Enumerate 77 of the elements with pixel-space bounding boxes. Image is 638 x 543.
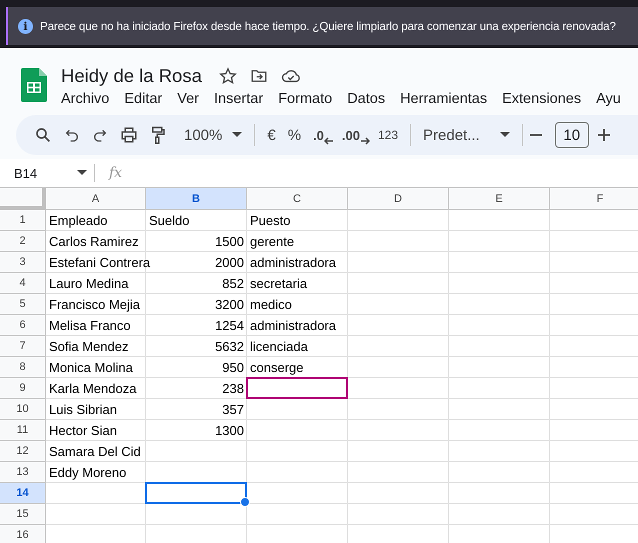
document-title[interactable]: Heidy de la Rosa: [61, 65, 202, 87]
table-cell-text: Monica Molina: [48, 360, 134, 375]
menu-item[interactable]: Herramientas: [400, 91, 488, 107]
row-header[interactable]: 16: [0, 525, 46, 543]
table-cell-text: Samara Del Cid: [48, 444, 142, 459]
table-cell-text: Eddy Moreno: [48, 465, 128, 480]
table-cell-text: Francisco Mejia: [48, 297, 142, 312]
table-cell-text: 3200: [214, 297, 245, 312]
table-cell-text: Puesto: [249, 213, 292, 228]
row-header[interactable]: 15: [0, 504, 46, 525]
table-cell-text: medico: [249, 297, 293, 312]
menu-item[interactable]: Datos: [347, 91, 386, 107]
table-cell-text: 950: [221, 360, 245, 375]
table-cell-text: Carlos Ramirez: [48, 234, 140, 249]
column-header[interactable]: C: [247, 188, 348, 210]
name-box[interactable]: B14: [0, 164, 95, 182]
row-header[interactable]: 1: [0, 210, 46, 231]
table-cell-text: 852: [221, 276, 245, 291]
table-cell-text: administradora: [249, 318, 337, 333]
table-cell-text: 2000: [214, 255, 245, 270]
row-header[interactable]: 5: [0, 294, 46, 315]
info-icon: i: [18, 18, 33, 34]
row-header[interactable]: 7: [0, 336, 46, 357]
table-cell-text: 1300: [214, 423, 245, 438]
row-header[interactable]: 8: [0, 357, 46, 378]
column-header[interactable]: D: [348, 188, 449, 210]
column-header[interactable]: A: [46, 188, 146, 210]
number-format-button[interactable]: 123: [372, 121, 404, 149]
table-cell-text: Melisa Franco: [48, 318, 132, 333]
table-cell-text: Sueldo: [148, 213, 190, 228]
table-cell-text: Hector Sian: [48, 423, 118, 438]
cell-reference: B14: [14, 166, 38, 180]
menu-item[interactable]: Extensiones: [502, 91, 582, 107]
menu-item[interactable]: Ayu: [596, 91, 621, 107]
column-header[interactable]: F: [550, 188, 638, 210]
notification-text: Parece que no ha iniciado Firefox desde hace tiempo. ¿Quiere limpiarlo para comenzar una experiencia renovada?: [40, 20, 616, 32]
table-cell-text: Luis Sibrian: [48, 402, 118, 417]
column-header[interactable]: E: [449, 188, 550, 210]
table-cell-text: conserge: [249, 360, 304, 375]
row-header[interactable]: 3: [0, 252, 46, 273]
table-cell-text: Karla Mendoza: [48, 381, 138, 396]
table-cell-text: 1254: [214, 318, 245, 333]
formula-icon: fx: [109, 165, 122, 181]
column-header[interactable]: B: [146, 188, 247, 210]
table-cell-text: Sofia Mendez: [48, 339, 130, 354]
row-header[interactable]: 4: [0, 273, 46, 294]
row-header[interactable]: 13: [0, 462, 46, 483]
table-cell-text: 1500: [214, 234, 245, 249]
row-header[interactable]: 12: [0, 441, 46, 462]
table-cell-text: 5632: [214, 339, 245, 354]
currency-button[interactable]: €: [261, 121, 282, 149]
row-header[interactable]: 6: [0, 315, 46, 336]
table-cell-text: Estefani Contrera: [48, 255, 152, 270]
table-cell-text: gerente: [249, 234, 296, 249]
row-header[interactable]: 9: [0, 378, 46, 399]
menu-item[interactable]: Ver: [177, 91, 200, 107]
row-header[interactable]: 11: [0, 420, 46, 441]
menu-item[interactable]: Formato: [278, 91, 332, 107]
table-cell-text: Lauro Medina: [48, 276, 130, 291]
table-cell-text: 357: [221, 402, 245, 417]
table-cell-text: licenciada: [249, 339, 309, 354]
font-size-field[interactable]: 10: [554, 122, 589, 148]
table-cell-text: secretaria: [249, 276, 308, 291]
decrease-decimals-button[interactable]: .0: [307, 121, 336, 149]
row-header[interactable]: 14: [0, 483, 46, 504]
menu-item[interactable]: Insertar: [214, 91, 264, 107]
font-dropdown[interactable]: Predet...: [417, 121, 516, 149]
table-cell-text: 238: [221, 381, 245, 396]
increase-decimals-button[interactable]: .00: [336, 121, 372, 149]
table-cell-text: administradora: [249, 255, 337, 270]
menu-item[interactable]: Editar: [124, 91, 162, 107]
zoom-dropdown[interactable]: 100%: [178, 121, 248, 149]
table-cell-text: Empleado: [48, 213, 109, 228]
menu-item[interactable]: Archivo: [61, 91, 110, 107]
row-header[interactable]: 10: [0, 399, 46, 420]
percent-button[interactable]: %: [282, 121, 308, 149]
row-header[interactable]: 2: [0, 231, 46, 252]
